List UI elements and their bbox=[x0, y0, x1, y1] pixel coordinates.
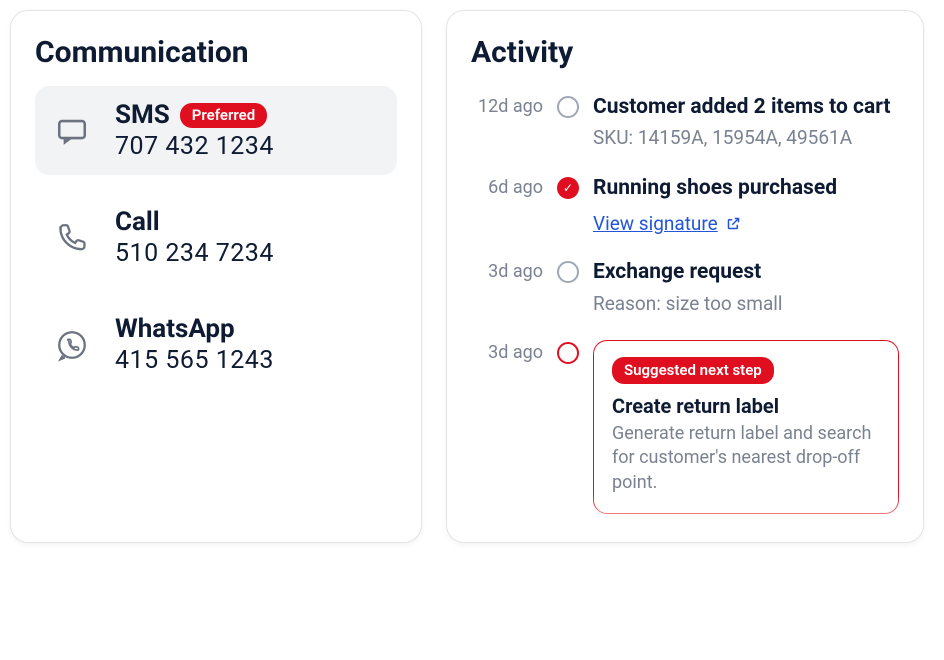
sms-icon bbox=[53, 112, 91, 150]
phone-icon bbox=[53, 219, 91, 257]
communication-card: Communication SMS Preferred 707 432 1234 bbox=[10, 10, 422, 543]
timeline-dot-check-icon: ✓ bbox=[557, 177, 579, 199]
timeline-dot-active-icon bbox=[557, 342, 579, 364]
preferred-badge: Preferred bbox=[180, 103, 267, 128]
activity-item-title: Running shoes purchased bbox=[593, 175, 899, 202]
activity-item: 6d ago ✓ Running shoes purchased View si… bbox=[471, 175, 899, 235]
timeline-dot-icon bbox=[557, 96, 579, 118]
channel-value: 707 432 1234 bbox=[115, 132, 274, 161]
activity-time: 6d ago bbox=[471, 175, 543, 198]
activity-item: 3d ago Exchange request Reason: size too… bbox=[471, 259, 899, 316]
channel-text: WhatsApp 415 565 1243 bbox=[115, 314, 274, 375]
suggestion-title: Create return label bbox=[612, 394, 880, 418]
activity-card: Activity 12d ago Customer added 2 items … bbox=[446, 10, 924, 543]
communication-list: SMS Preferred 707 432 1234 Call 510 234 … bbox=[35, 86, 397, 389]
communication-title: Communication bbox=[35, 35, 397, 70]
activity-item-title: Exchange request bbox=[593, 259, 899, 286]
activity-time: 12d ago bbox=[471, 94, 543, 117]
link-label: View signature bbox=[593, 212, 718, 235]
communication-channel-sms[interactable]: SMS Preferred 707 432 1234 bbox=[35, 86, 397, 175]
activity-item-sub: Reason: size too small bbox=[593, 291, 899, 317]
channel-value: 510 234 7234 bbox=[115, 239, 274, 268]
activity-time: 3d ago bbox=[471, 340, 543, 363]
channel-value: 415 565 1243 bbox=[115, 346, 274, 375]
suggested-badge: Suggested next step bbox=[612, 357, 774, 384]
activity-item: 12d ago Customer added 2 items to cart S… bbox=[471, 94, 899, 151]
channel-text: SMS Preferred 707 432 1234 bbox=[115, 100, 274, 161]
channel-label: Call bbox=[115, 207, 160, 237]
activity-suggestion-row: 3d ago Suggested next step Create return… bbox=[471, 340, 899, 514]
communication-channel-call[interactable]: Call 510 234 7234 bbox=[35, 193, 397, 282]
activity-item-sub: SKU: 14159A, 15954A, 49561A bbox=[593, 125, 899, 151]
timeline-dot-icon bbox=[557, 261, 579, 283]
channel-label: SMS bbox=[115, 100, 170, 130]
channel-label: WhatsApp bbox=[115, 314, 235, 344]
channel-text: Call 510 234 7234 bbox=[115, 207, 274, 268]
external-link-icon bbox=[726, 216, 741, 231]
whatsapp-icon bbox=[53, 326, 91, 364]
activity-time: 3d ago bbox=[471, 259, 543, 282]
communication-channel-whatsapp[interactable]: WhatsApp 415 565 1243 bbox=[35, 300, 397, 389]
suggested-next-step-card[interactable]: Suggested next step Create return label … bbox=[593, 340, 899, 514]
activity-title: Activity bbox=[471, 35, 899, 70]
activity-item-title: Customer added 2 items to cart bbox=[593, 94, 899, 121]
view-signature-link[interactable]: View signature bbox=[593, 212, 741, 235]
suggestion-description: Generate return label and search for cus… bbox=[612, 422, 880, 495]
activity-list: 12d ago Customer added 2 items to cart S… bbox=[471, 94, 899, 514]
